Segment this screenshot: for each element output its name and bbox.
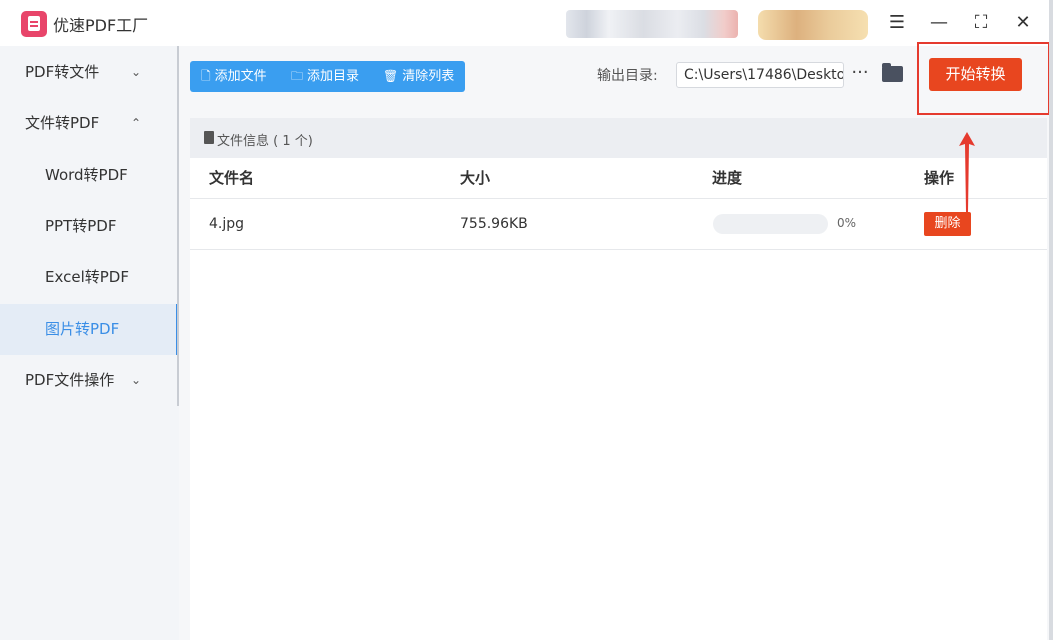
window-border: [1049, 0, 1053, 640]
file-info-title: 文件信息 ( 1 个): [217, 134, 313, 149]
output-dir-label: 输出目录:: [597, 68, 658, 84]
more-icon[interactable]: ···: [848, 62, 872, 86]
arrow-annotation-icon: [959, 132, 975, 212]
divider: [190, 198, 1047, 199]
sidebar-item-word-to-pdf[interactable]: Word转PDF: [0, 150, 179, 201]
sidebar-item-excel-to-pdf[interactable]: Excel转PDF: [0, 252, 179, 303]
open-folder-icon[interactable]: [882, 63, 903, 82]
sidebar-item-label: PDF文件操作: [25, 371, 115, 389]
column-header-size: 大小: [460, 169, 491, 187]
file-toolbar: 🗋 添加文件 🗀 添加目录 🗑 清除列表: [190, 61, 465, 92]
trash-icon: 🗑: [383, 69, 399, 83]
progress-text: 0%: [837, 216, 857, 230]
minimize-icon[interactable]: —: [927, 11, 951, 35]
column-header-name: 文件名: [209, 169, 255, 187]
maximize-icon[interactable]: ⛶: [969, 11, 993, 35]
app-title: 优速PDF工厂: [53, 16, 149, 35]
sidebar-item-label: PDF转文件: [25, 63, 100, 81]
divider: [190, 249, 1047, 250]
title-bar: 优速PDF工厂 ☰ — ⛶ ✕: [0, 0, 1053, 46]
delete-button[interactable]: 删除: [924, 212, 971, 236]
file-icon: 🗋: [201, 69, 211, 83]
file-name-cell: 4.jpg: [209, 216, 245, 232]
chevron-up-icon: ⌃: [131, 116, 142, 130]
chevron-down-icon: ⌄: [131, 373, 142, 387]
blurred-account-info: [566, 10, 738, 38]
app-logo-icon: [21, 11, 47, 37]
file-list: [190, 118, 1047, 640]
close-icon[interactable]: ✕: [1011, 11, 1035, 35]
clear-list-button[interactable]: 🗑 清除列表: [383, 61, 454, 92]
progress-bar: [713, 214, 828, 234]
file-list-header: 文件信息 ( 1 个): [190, 118, 1047, 158]
sidebar-item-ppt-to-pdf[interactable]: PPT转PDF: [0, 201, 179, 252]
blurred-user-badge: [758, 10, 868, 40]
add-folder-button[interactable]: 🗀 添加目录: [291, 61, 359, 92]
start-convert-button[interactable]: 开始转换: [929, 58, 1022, 91]
sidebar-item-pdf-to-file[interactable]: PDF转文件 ⌄: [0, 47, 179, 98]
sidebar-item-image-to-pdf[interactable]: 图片转PDF: [0, 304, 179, 355]
document-icon: [204, 131, 214, 144]
menu-icon[interactable]: ☰: [885, 11, 909, 35]
file-size-cell: 755.96KB: [460, 216, 528, 232]
folder-outline-icon: 🗀: [291, 69, 304, 83]
chevron-down-icon: ⌄: [131, 65, 142, 79]
sidebar-item-file-to-pdf[interactable]: 文件转PDF ⌃: [0, 98, 179, 149]
output-dir-input[interactable]: C:\Users\17486\Deskto: [676, 62, 844, 88]
sidebar-item-pdf-operations[interactable]: PDF文件操作 ⌄: [0, 355, 179, 406]
column-header-action: 操作: [924, 169, 955, 187]
column-header-progress: 进度: [712, 169, 743, 187]
add-file-button[interactable]: 🗋 添加文件: [201, 61, 267, 92]
sidebar-item-label: 文件转PDF: [25, 114, 100, 132]
